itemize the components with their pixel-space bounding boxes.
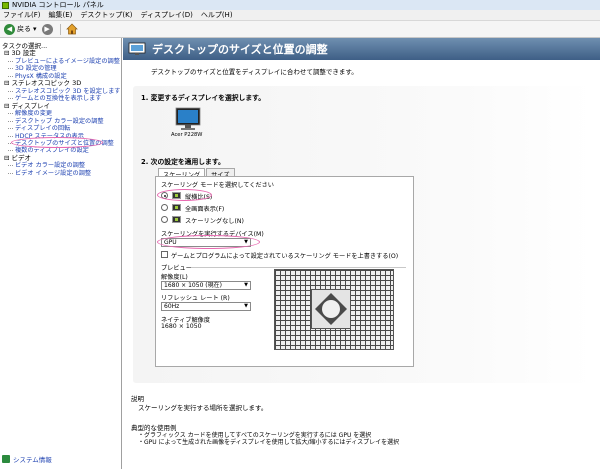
- page-description: デスクトップのサイズと位置をディスプレイに合わせて調整できます。: [151, 68, 358, 76]
- toolbar-separator: [59, 23, 61, 35]
- tree-item-resolution[interactable]: 解像度の変更: [4, 110, 120, 117]
- back-button[interactable]: 戻る: [17, 24, 31, 34]
- refresh-rate-label: リフレッシュ レート (R): [161, 295, 230, 302]
- system-info-icon: [2, 455, 10, 463]
- menu-help[interactable]: ヘルプ(H): [201, 10, 233, 20]
- menu-desktop[interactable]: デスクトップ(K): [80, 10, 132, 20]
- scaling-preview: [274, 269, 394, 350]
- tree-category-stereo[interactable]: ⊟ ステレオスコピック 3D: [4, 79, 120, 88]
- preview-label: プレビュー: [161, 265, 192, 272]
- toolbar: ◀ 戻る ▾ ▶: [0, 21, 600, 38]
- window-title: NVIDIA コントロール パネル: [12, 1, 104, 9]
- task-sidebar: タスクの選択... ⊟ 3D 設定 プレビューによるイメージ設定の調整 3D 設…: [0, 38, 122, 469]
- nvidia-logo-icon: [2, 1, 9, 9]
- step2-heading: 2. 次の設定を適用します。: [141, 158, 225, 166]
- back-dropdown-icon[interactable]: ▾: [33, 25, 37, 33]
- fullscreen-icon: [172, 204, 181, 211]
- refresh-rate-select[interactable]: 60Hz ▼: [161, 302, 251, 311]
- page-title: デスクトップのサイズと位置の調整: [152, 43, 328, 56]
- display-settings-icon: [128, 42, 146, 55]
- mode-aspect-ratio-label: 縦横比(S): [185, 194, 213, 201]
- tree-item-rotate[interactable]: ディスプレイの回転: [4, 125, 120, 132]
- dropdown-arrow-icon: ▼: [244, 239, 248, 245]
- no-scaling-icon: [172, 216, 181, 223]
- menu-display[interactable]: ディスプレイ(D): [140, 10, 192, 20]
- page-banner: デスクトップのサイズと位置の調整: [123, 38, 600, 60]
- settings-panel: 1. 変更するディスプレイを選択します。 Acer P228W 2. 次の設定を…: [133, 86, 593, 383]
- scaling-mode-label: スケーリング モードを選択してください: [161, 182, 274, 189]
- menu-edit[interactable]: 編集(E): [49, 10, 73, 20]
- display-name-label: Acer P228W: [171, 132, 203, 138]
- tree-item-multi-display[interactable]: 複数のディスプレイの設定: [4, 147, 120, 154]
- title-bar: NVIDIA コントロール パネル: [0, 0, 600, 10]
- device-label: スケーリングを実行するデバイス(M): [161, 231, 264, 238]
- explanation-text: スケーリングを実行する場所を選択します。: [138, 404, 268, 412]
- tree-item-video-image[interactable]: ビデオ イメージ設定の調整: [4, 170, 120, 177]
- dropdown-arrow-icon: ▼: [244, 303, 248, 309]
- aspect-ratio-icon: [172, 192, 181, 199]
- radio-no-scaling[interactable]: [161, 216, 168, 223]
- tree-item-hdcp[interactable]: HDCP ステータスの表示: [4, 133, 120, 140]
- mode-fullscreen-label: 全画面表示(F): [185, 206, 225, 213]
- tree-item-game-compat[interactable]: ゲームとの互換性を表示します: [4, 95, 120, 102]
- system-info-link[interactable]: システム情報: [2, 454, 52, 464]
- resolution-label: 解像度(L): [161, 274, 188, 281]
- tree-item-manage-3d[interactable]: 3D 設定の管理: [4, 65, 120, 72]
- main-content: デスクトップのサイズと位置の調整 デスクトップのサイズと位置をディスプレイに合わ…: [123, 38, 600, 469]
- preview-center: [311, 289, 351, 329]
- override-checkbox[interactable]: [161, 251, 168, 258]
- step1-heading: 1. 変更するディスプレイを選択します。: [141, 94, 266, 102]
- radio-aspect-ratio[interactable]: [161, 192, 168, 199]
- back-arrow-icon[interactable]: ◀: [4, 23, 15, 35]
- menu-bar: ファイル(F) 編集(E) デスクトップ(K) ディスプレイ(D) ヘルプ(H): [0, 10, 600, 21]
- native-resolution-value: 1680 × 1050: [161, 323, 202, 330]
- tree-item-video-color[interactable]: ビデオ カラー設定の調整: [4, 162, 120, 169]
- forward-arrow-icon[interactable]: ▶: [41, 23, 53, 35]
- menu-file[interactable]: ファイル(F): [3, 10, 41, 20]
- resolution-select[interactable]: 1680 × 1050 (現在) ▼: [161, 281, 251, 290]
- usage-item: ・GPU によって生成された画像をディスプレイを使用して拡大/縮小するにはディス…: [138, 439, 400, 446]
- scaling-tab-body: スケーリング モードを選択してください 縦横比(S) 全画面表示(F) スケーリ…: [155, 176, 414, 367]
- preview-divider: [191, 267, 406, 268]
- task-tree: ⊟ 3D 設定 プレビューによるイメージ設定の調整 3D 設定の管理 PhysX…: [4, 49, 120, 177]
- override-checkbox-label: ゲームとプログラムによって設定されているスケーリング モードを上書きする(O): [171, 253, 399, 260]
- tree-category-3d[interactable]: ⊟ 3D 設定: [4, 49, 120, 58]
- radio-fullscreen[interactable]: [161, 204, 168, 211]
- mode-no-scaling-label: スケーリングなし(N): [185, 218, 244, 225]
- monitor-icon[interactable]: [174, 106, 202, 134]
- tree-item-physx[interactable]: PhysX 構成の設定: [4, 73, 120, 80]
- preview-diamond-icon: [315, 293, 347, 325]
- dropdown-arrow-icon: ▼: [244, 282, 248, 288]
- scaling-device-select[interactable]: GPU ▼: [161, 238, 251, 247]
- home-icon[interactable]: [65, 23, 78, 35]
